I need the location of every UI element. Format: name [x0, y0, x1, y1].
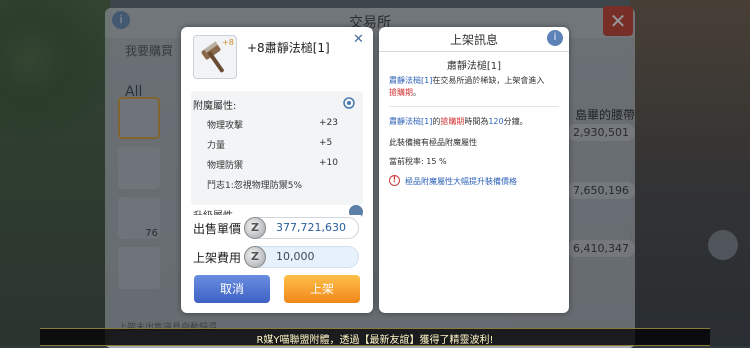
attribute-label: 力量 — [207, 141, 226, 151]
price-input[interactable]: Z 377,721,630 — [244, 217, 359, 239]
item-title: +8肅靜法槌[1] — [247, 41, 330, 55]
item-name-link: 肅靜法槌[1] — [389, 76, 433, 85]
item-name-link: 肅靜法槌[1] — [389, 117, 433, 126]
listing-panel: +8 +8肅靜法槌[1] ✕ 附魔屬性: 物理攻擊 +23 力量 +5 物理防禦… — [181, 27, 373, 313]
text: 時間為 — [464, 117, 489, 126]
fee-label: 上架費用 — [193, 251, 242, 265]
listing-info-panel: 上架訊息 i 肅靜法槌[1] 肅靜法槌[1]在交易所過於稀缺，上架會進入 搶購期… — [379, 27, 569, 313]
attribute-label: 物理防禦 — [207, 161, 244, 171]
info-item-name: 肅靜法槌[1] — [446, 61, 502, 72]
warning-icon: ! — [389, 175, 400, 186]
info-icon[interactable]: i — [547, 30, 563, 46]
attribute-value: +5 — [319, 138, 333, 148]
close-cross-icon[interactable]: ✕ — [353, 32, 364, 47]
fee-display: Z 10,000 — [244, 246, 359, 268]
text: 。 — [413, 88, 421, 97]
text: 在交易所過於稀缺，上架會進入 — [432, 76, 545, 85]
divider — [379, 51, 569, 52]
enchant-icon[interactable] — [341, 95, 357, 111]
scarcity-line: 肅靜法槌[1]在交易所過於稀缺，上架會進入 — [389, 75, 544, 86]
tax-rate-line: 當前稅率: 15 % — [389, 157, 447, 166]
rush-period-text: 搶購期 — [389, 88, 413, 97]
rush-duration-line: 肅靜法槌[1]的搶購期時間為120分鐘。 — [389, 116, 528, 127]
warning-text: 極品附魔屬性大幅提升裝備價格 — [405, 177, 517, 186]
refine-level: +8 — [222, 38, 234, 47]
list-button[interactable]: 上架 — [284, 275, 360, 303]
scarcity-line-2: 搶購期。 — [389, 87, 421, 98]
fee-value: 10,000 — [276, 250, 315, 263]
premium-enchant-line: 此裝備擁有極品附魔屬性 — [389, 138, 477, 147]
attribute-value: +10 — [319, 158, 338, 168]
info-panel-title: 上架訊息 — [449, 33, 498, 47]
announcement-ticker: R媒Y喵聯盟附體，透過【最新友誼】獲得了精靈波利! — [40, 328, 710, 346]
rush-period-text: 搶購期 — [440, 117, 465, 126]
attribute-header: 附魔屬性: — [193, 101, 237, 112]
price-value: 377,721,630 — [276, 221, 346, 234]
attribute-box: 附魔屬性: 物理攻擊 +23 力量 +5 物理防禦 +10 鬥志1:忽視物理防禦… — [191, 91, 363, 205]
ticker-text: R媒Y喵聯盟附體，透過【最新友誼】獲得了精靈波利! — [256, 335, 494, 346]
modal-overlay — [0, 0, 750, 346]
zeny-coin-icon: Z — [244, 246, 266, 268]
cancel-button[interactable]: 取消 — [194, 275, 270, 303]
attribute-value: +23 — [319, 118, 338, 128]
price-label: 出售單價 — [193, 222, 242, 236]
zeny-coin-icon: Z — [244, 217, 266, 239]
text: 分鐘。 — [503, 117, 528, 126]
attribute-note: 鬥志1:忽視物理防禦5% — [207, 181, 303, 191]
rush-minutes: 120 — [488, 117, 504, 126]
divider — [389, 106, 559, 107]
attribute-label: 物理攻擊 — [207, 121, 244, 131]
